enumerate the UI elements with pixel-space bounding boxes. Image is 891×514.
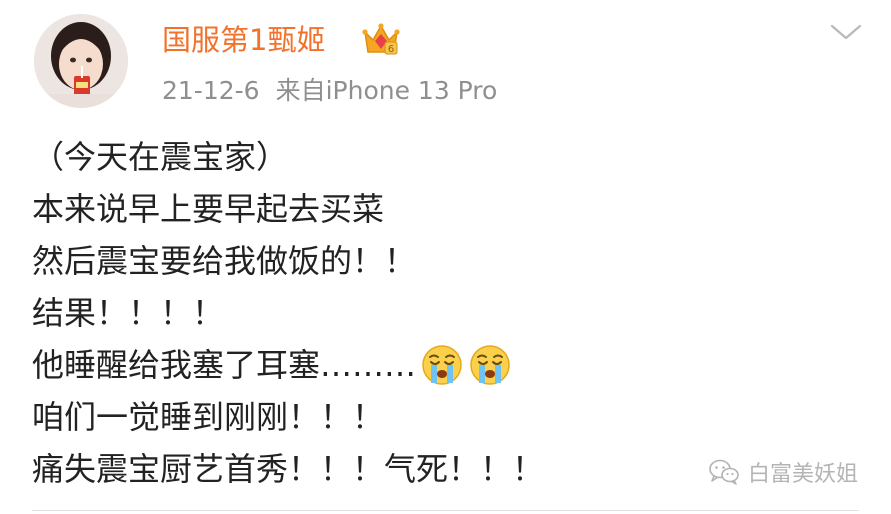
post-content: （今天在震宝家） 本来说早上要早起去买菜 然后震宝要给我做饭的！！ 结果！！！！… xyxy=(32,131,872,495)
wechat-icon xyxy=(709,459,739,485)
crying-face-icon xyxy=(468,343,512,387)
post-meta: 21-12-6 来自iPhone 13 Pro xyxy=(162,74,497,108)
watermark-text: 白富美妖姐 xyxy=(748,462,859,487)
crying-face-icon xyxy=(420,343,464,387)
post-line: 然后震宝要给我做饭的！！ xyxy=(32,242,417,280)
watermark: 白富美妖姐 xyxy=(708,456,858,488)
divider xyxy=(32,510,859,511)
post-line: 咱们一觉睡到刚刚！！！ xyxy=(32,398,385,436)
post-line: （今天在震宝家） xyxy=(32,138,289,176)
post-line: 本来说早上要早起去买菜 xyxy=(32,190,385,228)
post-line-text: 他睡醒给我塞了耳塞……… xyxy=(32,346,417,384)
post-line: 结果！！！！ xyxy=(32,294,225,332)
post-date: 21-12-6 xyxy=(162,76,260,105)
author-name[interactable]: 国服第1甄姬 xyxy=(162,20,325,60)
avatar[interactable] xyxy=(34,14,128,108)
svg-text:6: 6 xyxy=(388,44,394,55)
post-source[interactable]: 来自iPhone 13 Pro xyxy=(276,76,498,105)
crown-vip-icon[interactable]: 6 xyxy=(361,22,401,58)
post-line-with-emoji: 他睡醒给我塞了耳塞……… xyxy=(32,339,872,391)
chevron-down-icon[interactable] xyxy=(828,20,864,44)
